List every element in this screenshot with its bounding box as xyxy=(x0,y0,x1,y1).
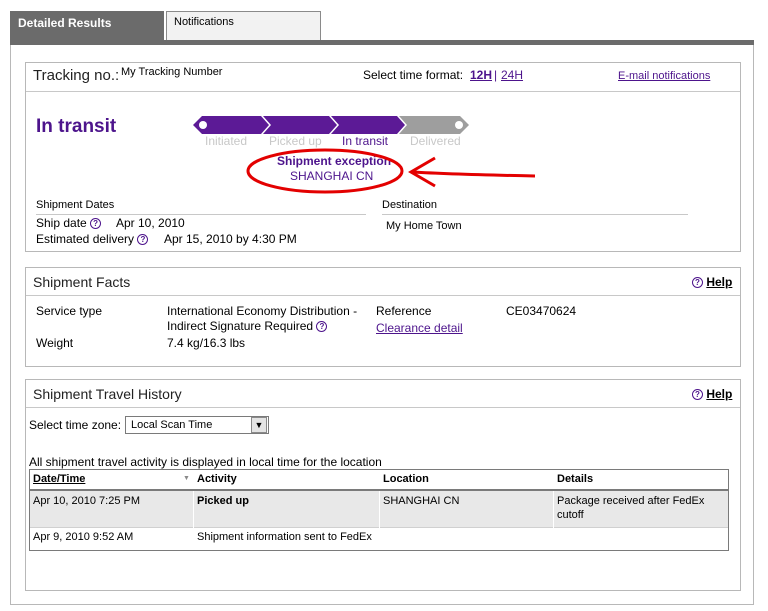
history-help-link[interactable]: Help xyxy=(706,387,732,401)
history-help[interactable]: ? Help xyxy=(692,387,732,401)
destination-heading: Destination xyxy=(382,199,438,211)
tracking-number-label: Tracking no.: xyxy=(33,67,120,84)
facts-help-link[interactable]: Help xyxy=(706,275,732,289)
time-format-24h-link[interactable]: 24H xyxy=(501,68,523,82)
history-note: All shipment travel activity is displaye… xyxy=(29,455,382,469)
weight-label: Weight xyxy=(36,336,74,350)
annotation-circle xyxy=(246,148,404,194)
progress-end-dot xyxy=(455,121,463,129)
service-type-line2-row: Indirect Signature Required ? xyxy=(167,319,328,333)
progress-step-in-transit: In transit xyxy=(342,134,389,148)
destination-divider xyxy=(382,214,688,215)
progress-segment-in-transit xyxy=(331,116,405,134)
progress-step-picked-up: Picked up xyxy=(269,134,322,148)
history-help-icon: ? xyxy=(692,389,703,400)
annotation-arrow-shaft xyxy=(412,170,536,178)
progress-bar-graphic xyxy=(193,116,469,134)
row1-activity: Picked up xyxy=(197,495,249,507)
service-type-line2: Indirect Signature Required xyxy=(167,319,314,333)
row1-details-line1: Package received after FedEx xyxy=(557,495,705,507)
shipment-facts-title: Shipment Facts xyxy=(33,274,131,290)
column-header-activity: Activity xyxy=(197,473,237,485)
column-header-location: Location xyxy=(383,473,429,485)
progress-step-initiated: Initiated xyxy=(205,134,248,148)
column-divider xyxy=(193,491,194,549)
clearance-detail-link[interactable]: Clearance detail xyxy=(376,321,463,335)
column-divider xyxy=(553,491,554,549)
facts-help[interactable]: ? Help xyxy=(692,275,732,289)
row1-date: Apr 10, 2010 7:25 PM xyxy=(33,495,141,507)
time-format-label: Select time format: xyxy=(363,68,464,82)
progress-step-delivered: Delivered xyxy=(410,134,461,148)
email-notifications-link[interactable]: E-mail notifications xyxy=(618,70,710,82)
destination-value: My Home Town xyxy=(386,220,462,232)
est-delivery-help-icon[interactable]: ? xyxy=(137,234,149,245)
ship-date-row: Ship date ? xyxy=(36,216,102,230)
est-delivery-value: Apr 15, 2010 by 4:30 PM xyxy=(164,232,297,246)
travel-history-title: Shipment Travel History xyxy=(33,386,182,402)
reference-value: CE03470624 xyxy=(506,304,577,318)
sort-icon[interactable]: ▼ xyxy=(183,475,190,482)
tracking-number-value: My Tracking Number xyxy=(121,66,223,78)
history-header-divider xyxy=(26,407,740,408)
ship-date-label: Ship date xyxy=(36,216,87,230)
column-header-details: Details xyxy=(557,473,594,485)
tab-detailed-results[interactable]: Detailed Results xyxy=(10,11,164,41)
service-type-label: Service type xyxy=(36,304,103,318)
time-format-12h-link[interactable]: 12H xyxy=(470,68,492,82)
facts-help-icon: ? xyxy=(692,277,703,288)
tracking-header-divider xyxy=(26,91,740,92)
row2-activity: Shipment information sent to FedEx xyxy=(197,531,372,543)
row2-date: Apr 9, 2010 9:52 AM xyxy=(33,531,134,543)
progress-start-dot xyxy=(199,121,207,129)
time-format-separator: | xyxy=(494,68,498,82)
service-type-line1: International Economy Distribution - xyxy=(167,304,358,318)
reference-label: Reference xyxy=(376,304,432,318)
service-type-help-icon[interactable]: ? xyxy=(316,321,328,332)
row1-details-line2: cutoff xyxy=(557,509,584,521)
column-divider xyxy=(379,491,380,549)
weight-value: 7.4 kg/16.3 lbs xyxy=(167,336,246,350)
tab-notifications[interactable]: Notifications xyxy=(166,11,321,41)
red-annotation xyxy=(246,148,536,194)
ship-date-value: Apr 10, 2010 xyxy=(116,216,185,230)
shipment-dates-heading: Shipment Dates xyxy=(36,199,115,211)
est-delivery-label: Estimated delivery xyxy=(36,232,135,246)
chevron-down-icon[interactable]: ▼ xyxy=(251,417,267,433)
est-delivery-row: Estimated delivery ? xyxy=(36,232,149,246)
ship-date-help-icon[interactable]: ? xyxy=(90,218,102,229)
shipment-dates-divider xyxy=(36,214,366,215)
row1-location: SHANGHAI CN xyxy=(383,495,460,507)
facts-header-divider xyxy=(26,295,740,296)
column-header-datetime[interactable]: Date/Time xyxy=(33,473,85,485)
time-zone-label: Select time zone: xyxy=(29,418,122,432)
progress-segment-picked-up xyxy=(263,116,337,134)
shipment-status-title: In transit xyxy=(36,116,117,137)
progress-bar xyxy=(193,116,469,134)
time-zone-select[interactable]: Local Scan Time xyxy=(125,416,269,434)
